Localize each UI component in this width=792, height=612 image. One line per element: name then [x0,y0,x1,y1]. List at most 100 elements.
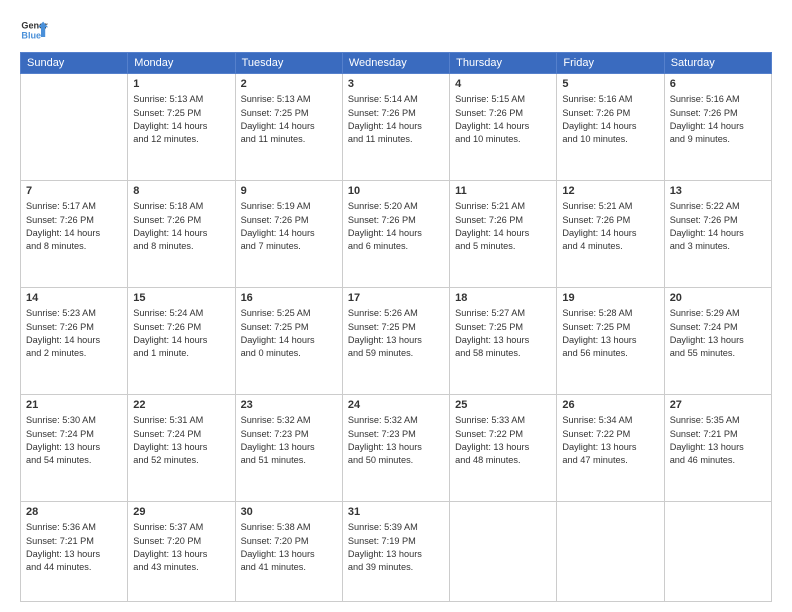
day-info: Sunrise: 5:24 AM Sunset: 7:26 PM Dayligh… [133,307,229,360]
day-number: 29 [133,505,229,520]
day-number: 8 [133,184,229,199]
calendar-cell: 4Sunrise: 5:15 AM Sunset: 7:26 PM Daylig… [450,74,557,181]
day-number: 26 [562,398,658,413]
calendar-cell: 17Sunrise: 5:26 AM Sunset: 7:25 PM Dayli… [342,287,449,394]
calendar-cell: 15Sunrise: 5:24 AM Sunset: 7:26 PM Dayli… [128,287,235,394]
day-number: 20 [670,291,766,306]
day-number: 23 [241,398,337,413]
calendar-cell: 25Sunrise: 5:33 AM Sunset: 7:22 PM Dayli… [450,394,557,501]
day-info: Sunrise: 5:37 AM Sunset: 7:20 PM Dayligh… [133,521,229,574]
calendar-cell: 23Sunrise: 5:32 AM Sunset: 7:23 PM Dayli… [235,394,342,501]
calendar-table: SundayMondayTuesdayWednesdayThursdayFrid… [20,52,772,602]
calendar-cell: 18Sunrise: 5:27 AM Sunset: 7:25 PM Dayli… [450,287,557,394]
day-number: 1 [133,77,229,92]
calendar-header-row: SundayMondayTuesdayWednesdayThursdayFrid… [21,53,772,74]
day-number: 6 [670,77,766,92]
calendar-cell [664,501,771,601]
day-number: 27 [670,398,766,413]
calendar-cell: 27Sunrise: 5:35 AM Sunset: 7:21 PM Dayli… [664,394,771,501]
day-number: 28 [26,505,122,520]
day-info: Sunrise: 5:35 AM Sunset: 7:21 PM Dayligh… [670,414,766,467]
day-number: 30 [241,505,337,520]
day-info: Sunrise: 5:29 AM Sunset: 7:24 PM Dayligh… [670,307,766,360]
day-number: 10 [348,184,444,199]
calendar-header-monday: Monday [128,53,235,74]
day-info: Sunrise: 5:21 AM Sunset: 7:26 PM Dayligh… [562,200,658,253]
day-number: 3 [348,77,444,92]
calendar-cell: 28Sunrise: 5:36 AM Sunset: 7:21 PM Dayli… [21,501,128,601]
calendar-cell: 11Sunrise: 5:21 AM Sunset: 7:26 PM Dayli… [450,180,557,287]
calendar-cell: 12Sunrise: 5:21 AM Sunset: 7:26 PM Dayli… [557,180,664,287]
calendar-week-4: 21Sunrise: 5:30 AM Sunset: 7:24 PM Dayli… [21,394,772,501]
calendar-cell: 13Sunrise: 5:22 AM Sunset: 7:26 PM Dayli… [664,180,771,287]
calendar-week-1: 1Sunrise: 5:13 AM Sunset: 7:25 PM Daylig… [21,74,772,181]
calendar-week-2: 7Sunrise: 5:17 AM Sunset: 7:26 PM Daylig… [21,180,772,287]
calendar-cell: 16Sunrise: 5:25 AM Sunset: 7:25 PM Dayli… [235,287,342,394]
day-info: Sunrise: 5:18 AM Sunset: 7:26 PM Dayligh… [133,200,229,253]
day-info: Sunrise: 5:32 AM Sunset: 7:23 PM Dayligh… [348,414,444,467]
day-number: 5 [562,77,658,92]
logo: General Blue [20,16,48,44]
calendar-cell: 6Sunrise: 5:16 AM Sunset: 7:26 PM Daylig… [664,74,771,181]
day-info: Sunrise: 5:21 AM Sunset: 7:26 PM Dayligh… [455,200,551,253]
svg-text:Blue: Blue [21,30,41,40]
day-number: 13 [670,184,766,199]
header: General Blue [20,16,772,44]
day-info: Sunrise: 5:28 AM Sunset: 7:25 PM Dayligh… [562,307,658,360]
day-info: Sunrise: 5:39 AM Sunset: 7:19 PM Dayligh… [348,521,444,574]
day-number: 17 [348,291,444,306]
day-number: 21 [26,398,122,413]
day-number: 16 [241,291,337,306]
calendar-cell: 2Sunrise: 5:13 AM Sunset: 7:25 PM Daylig… [235,74,342,181]
calendar-cell: 24Sunrise: 5:32 AM Sunset: 7:23 PM Dayli… [342,394,449,501]
calendar-cell: 5Sunrise: 5:16 AM Sunset: 7:26 PM Daylig… [557,74,664,181]
calendar-cell: 14Sunrise: 5:23 AM Sunset: 7:26 PM Dayli… [21,287,128,394]
day-info: Sunrise: 5:33 AM Sunset: 7:22 PM Dayligh… [455,414,551,467]
day-info: Sunrise: 5:13 AM Sunset: 7:25 PM Dayligh… [133,93,229,146]
calendar-header-sunday: Sunday [21,53,128,74]
day-info: Sunrise: 5:14 AM Sunset: 7:26 PM Dayligh… [348,93,444,146]
day-info: Sunrise: 5:20 AM Sunset: 7:26 PM Dayligh… [348,200,444,253]
day-info: Sunrise: 5:17 AM Sunset: 7:26 PM Dayligh… [26,200,122,253]
calendar-cell: 3Sunrise: 5:14 AM Sunset: 7:26 PM Daylig… [342,74,449,181]
calendar-cell: 31Sunrise: 5:39 AM Sunset: 7:19 PM Dayli… [342,501,449,601]
calendar-cell: 29Sunrise: 5:37 AM Sunset: 7:20 PM Dayli… [128,501,235,601]
day-info: Sunrise: 5:27 AM Sunset: 7:25 PM Dayligh… [455,307,551,360]
calendar-header-friday: Friday [557,53,664,74]
day-info: Sunrise: 5:30 AM Sunset: 7:24 PM Dayligh… [26,414,122,467]
day-info: Sunrise: 5:25 AM Sunset: 7:25 PM Dayligh… [241,307,337,360]
calendar-cell: 20Sunrise: 5:29 AM Sunset: 7:24 PM Dayli… [664,287,771,394]
day-number: 2 [241,77,337,92]
calendar-cell: 7Sunrise: 5:17 AM Sunset: 7:26 PM Daylig… [21,180,128,287]
day-number: 22 [133,398,229,413]
calendar-cell: 9Sunrise: 5:19 AM Sunset: 7:26 PM Daylig… [235,180,342,287]
day-info: Sunrise: 5:13 AM Sunset: 7:25 PM Dayligh… [241,93,337,146]
day-info: Sunrise: 5:34 AM Sunset: 7:22 PM Dayligh… [562,414,658,467]
calendar-header-tuesday: Tuesday [235,53,342,74]
calendar-week-3: 14Sunrise: 5:23 AM Sunset: 7:26 PM Dayli… [21,287,772,394]
day-number: 15 [133,291,229,306]
calendar-cell: 26Sunrise: 5:34 AM Sunset: 7:22 PM Dayli… [557,394,664,501]
day-number: 31 [348,505,444,520]
day-info: Sunrise: 5:23 AM Sunset: 7:26 PM Dayligh… [26,307,122,360]
day-number: 18 [455,291,551,306]
day-number: 7 [26,184,122,199]
logo-icon: General Blue [20,16,48,44]
day-number: 4 [455,77,551,92]
day-info: Sunrise: 5:38 AM Sunset: 7:20 PM Dayligh… [241,521,337,574]
calendar-cell: 8Sunrise: 5:18 AM Sunset: 7:26 PM Daylig… [128,180,235,287]
page: General Blue SundayMondayTuesdayWednesda… [0,0,792,612]
calendar-cell [21,74,128,181]
calendar-cell [557,501,664,601]
day-number: 12 [562,184,658,199]
day-number: 14 [26,291,122,306]
day-info: Sunrise: 5:16 AM Sunset: 7:26 PM Dayligh… [562,93,658,146]
calendar-cell: 1Sunrise: 5:13 AM Sunset: 7:25 PM Daylig… [128,74,235,181]
day-info: Sunrise: 5:31 AM Sunset: 7:24 PM Dayligh… [133,414,229,467]
calendar-cell: 22Sunrise: 5:31 AM Sunset: 7:24 PM Dayli… [128,394,235,501]
calendar-cell: 21Sunrise: 5:30 AM Sunset: 7:24 PM Dayli… [21,394,128,501]
calendar-cell [450,501,557,601]
day-info: Sunrise: 5:32 AM Sunset: 7:23 PM Dayligh… [241,414,337,467]
day-number: 19 [562,291,658,306]
day-info: Sunrise: 5:19 AM Sunset: 7:26 PM Dayligh… [241,200,337,253]
